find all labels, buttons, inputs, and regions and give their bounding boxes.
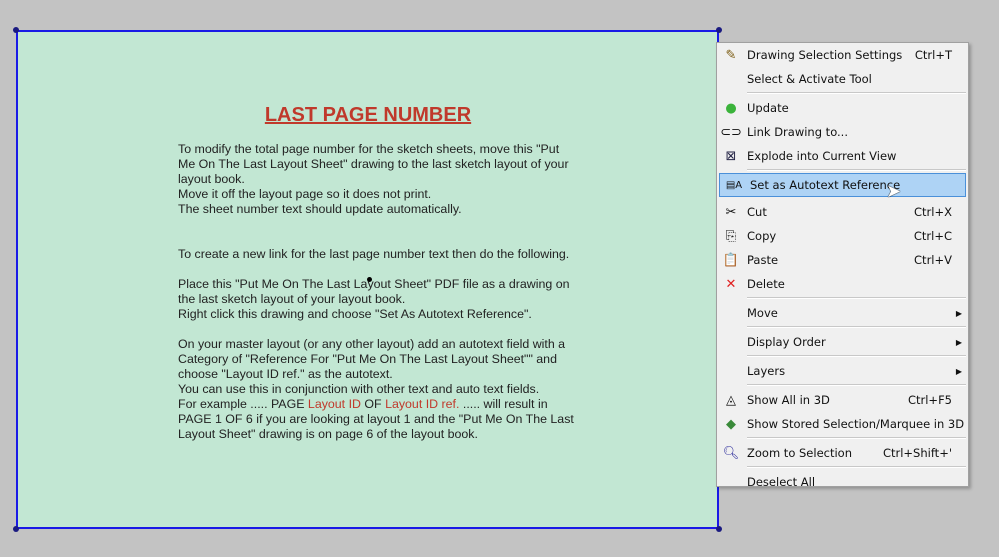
menu-item-display-order[interactable]: Display Order ▶ — [717, 330, 968, 354]
text: For example ..... PAGE — [178, 397, 308, 411]
example-paragraph: For example ..... PAGE Layout ID OF Layo… — [178, 397, 578, 442]
menu-item-zoom-to-selection[interactable]: 🔍︎ Zoom to Selection Ctrl+Shift+' — [717, 441, 968, 465]
paragraph: To modify the total page number for the … — [178, 142, 569, 216]
separator — [747, 466, 966, 468]
menu-item-explode[interactable]: ⊠ Explode into Current View — [717, 144, 968, 168]
autotext-field: Layout ID — [307, 397, 361, 411]
menu-item-delete[interactable]: ✕ Delete — [717, 272, 968, 296]
page-title: LAST PAGE NUMBER — [264, 104, 472, 126]
submenu-arrow-icon: ▶ — [955, 337, 962, 347]
menu-item-set-autotext-reference[interactable]: ▤A Set as Autotext Reference — [719, 173, 966, 197]
separator — [747, 355, 966, 357]
menu-item-layers[interactable]: Layers ▶ — [717, 359, 968, 383]
separator — [747, 326, 966, 328]
submenu-arrow-icon: ▶ — [955, 366, 962, 376]
paste-icon: 📋 — [722, 252, 740, 268]
instructions-text: To modify the total page number for the … — [178, 142, 578, 457]
link-icon: ⊂⊃ — [720, 124, 742, 140]
menu-item-show-all-3d[interactable]: ◬ Show All in 3D Ctrl+F5 — [717, 388, 968, 412]
menu-item-link-drawing[interactable]: ⊂⊃ Link Drawing to... — [717, 120, 968, 144]
paragraph: On your master layout (or any other layo… — [178, 337, 566, 396]
autotext-icon: ▤A — [725, 179, 743, 191]
show-3d-icon: ◬ — [726, 392, 736, 408]
menu-item-cut[interactable]: ✂ Cut Ctrl+X — [717, 200, 968, 224]
explode-icon: ⊠ — [725, 148, 737, 164]
text: OF — [360, 397, 386, 411]
update-icon: ● — [725, 100, 737, 116]
menu-item-update[interactable]: ● Update — [717, 96, 968, 120]
menu-item-show-stored-3d[interactable]: ◆ Show Stored Selection/Marquee in 3D — [717, 412, 968, 436]
separator — [747, 297, 966, 299]
separator — [747, 384, 966, 386]
menu-item-copy[interactable]: ⎘ Copy Ctrl+C — [717, 224, 968, 248]
separator — [747, 437, 966, 439]
scissors-icon: ✂ — [725, 204, 737, 220]
context-menu: ✎ Drawing Selection Settings Ctrl+T Select… — [716, 42, 969, 489]
menu-item-drawing-selection-settings[interactable]: ✎ Drawing Selection Settings Ctrl+T — [717, 43, 968, 67]
selection-handle[interactable] — [13, 526, 19, 532]
menu-item-select-activate-tool[interactable]: Select & Activate Tool — [717, 67, 968, 91]
mouse-pointer-icon: ➤ — [886, 181, 902, 201]
selection-handle[interactable] — [13, 27, 19, 33]
separator — [747, 169, 966, 171]
drawing-sheet[interactable]: LAST PAGE NUMBER To modify the total pag… — [13, 27, 722, 532]
zoom-icon: 🔍︎ — [722, 445, 740, 461]
paragraph: Place this "Put Me On The Last Layout Sh… — [178, 277, 570, 321]
submenu-arrow-icon: ▶ — [955, 308, 962, 318]
menu-item-move[interactable]: Move ▶ — [717, 301, 968, 325]
copy-icon: ⎘ — [725, 228, 737, 244]
selection-handle[interactable] — [716, 526, 722, 532]
delete-icon: ✕ — [725, 276, 737, 292]
autotext-field: Layout ID ref. — [385, 397, 460, 411]
center-point — [367, 277, 372, 282]
menu-item-paste[interactable]: 📋 Paste Ctrl+V — [717, 248, 968, 272]
selection-handle[interactable] — [716, 27, 722, 33]
menu-item-deselect-all[interactable]: Deselect All — [717, 470, 968, 494]
drawing-settings-icon: ✎ — [725, 47, 737, 63]
separator — [747, 92, 966, 94]
paragraph: To create a new link for the last page n… — [178, 247, 570, 261]
show-stored-3d-icon: ◆ — [726, 416, 736, 432]
